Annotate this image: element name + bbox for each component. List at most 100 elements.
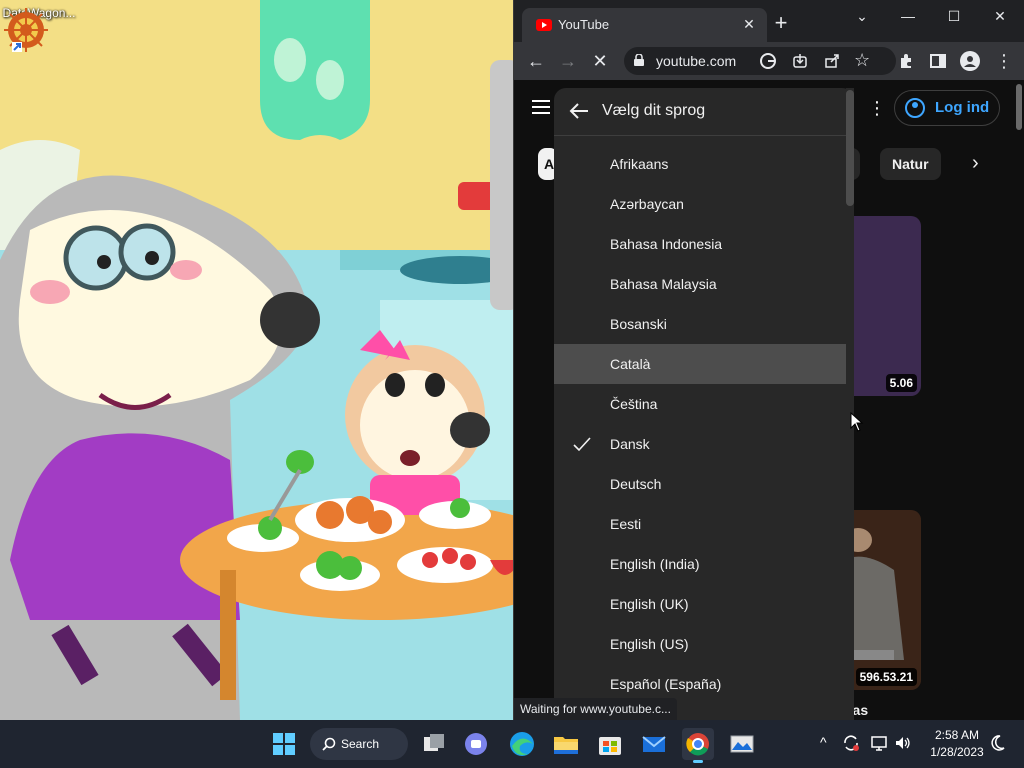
browser-toolbar: ← → ✕ youtube.com ☆ ⋮ — [514, 42, 1024, 80]
language-option[interactable]: Afrikaans — [554, 144, 846, 184]
address-bar[interactable]: youtube.com ☆ — [624, 47, 896, 75]
language-menu: Vælg dit sprog Afrikaans Azərbaycan Bahasa… — [554, 88, 854, 720]
desktop-wallpaper: DataWagon... — [0, 0, 520, 720]
datawagon-icon — [4, 8, 48, 52]
language-option-label: Eesti — [610, 516, 642, 532]
taskbar: Search ^ 2:58 AM 1/28/2023 — [0, 720, 1024, 768]
chrome-icon — [686, 733, 709, 756]
sign-in-button[interactable]: Log ind — [894, 90, 1000, 126]
chip-nature[interactable]: Natur — [880, 148, 941, 180]
language-list: Afrikaans Azərbaycan Bahasa Indonesia Bahas… — [554, 144, 846, 704]
mouse-cursor-icon — [850, 412, 864, 432]
language-option-label: English (US) — [610, 636, 689, 652]
tab-title: YouTube — [558, 17, 610, 32]
lock-icon — [634, 54, 644, 66]
youtube-favicon-icon — [536, 19, 552, 31]
account-circle-icon — [905, 98, 925, 118]
language-option-label: Dansk — [610, 436, 650, 452]
edge-browser-icon[interactable] — [506, 728, 538, 760]
language-option-label: Català — [610, 356, 651, 372]
scrollbar-thumb[interactable] — [846, 90, 854, 206]
task-view-icon[interactable] — [418, 728, 450, 760]
page-scrollbar-thumb[interactable] — [1016, 84, 1022, 130]
tab-close-icon[interactable]: ✕ — [739, 14, 759, 34]
network-icon[interactable] — [870, 734, 888, 752]
search-icon — [322, 737, 336, 751]
forward-arrow-icon[interactable]: → — [556, 49, 580, 73]
active-indicator — [693, 760, 703, 763]
language-menu-header: Vælg dit sprog — [554, 88, 854, 136]
language-option-label: Bahasa Malaysia — [610, 276, 717, 292]
language-option-label: Bosanski — [610, 316, 667, 332]
language-option[interactable]: Bahasa Indonesia — [554, 224, 846, 264]
status-bubble: Waiting for www.youtube.c... — [514, 698, 677, 720]
language-option[interactable]: Bahasa Malaysia — [554, 264, 846, 304]
language-option-label: Afrikaans — [610, 156, 669, 172]
tab-search-chevron-icon[interactable]: ⌄ — [842, 4, 882, 28]
language-option[interactable]: Català — [554, 344, 846, 384]
sign-in-label: Log ind — [935, 99, 990, 116]
cartoon-wallpaper-image — [0, 0, 520, 720]
language-option[interactable]: Čeština — [554, 384, 846, 424]
language-option-label: English (UK) — [610, 596, 689, 612]
language-option[interactable]: Azərbaycan — [554, 184, 846, 224]
language-option[interactable]: English (India) — [554, 544, 846, 584]
taskbar-chrome-button[interactable] — [682, 728, 714, 763]
desktop-shortcut-datawagon[interactable]: DataWagon... — [2, 6, 76, 52]
yt-settings-kebab-icon[interactable]: ⋮ — [868, 98, 886, 119]
language-option-label: Azərbaycan — [610, 196, 684, 212]
file-explorer-icon[interactable] — [550, 728, 582, 760]
maximize-button[interactable]: ☐ — [934, 4, 974, 28]
video-duration: 596.53.21 — [855, 668, 917, 686]
language-option[interactable]: Deutsch — [554, 464, 846, 504]
volume-icon[interactable] — [894, 734, 912, 752]
back-arrow-icon[interactable]: ← — [524, 49, 548, 73]
microsoft-store-icon[interactable] — [594, 728, 626, 760]
language-option[interactable]: Bosanski — [554, 304, 846, 344]
new-tab-button[interactable]: + — [769, 12, 793, 36]
system-clock[interactable]: 2:58 AM 1/28/2023 — [920, 727, 994, 761]
tab-strip: YouTube ✕ + ⌄ — ☐ ✕ — [514, 0, 1024, 42]
minimize-button[interactable]: — — [888, 4, 928, 28]
language-menu-title: Vælg dit sprog — [602, 102, 706, 119]
checkmark-icon — [573, 437, 591, 452]
taskbar-search[interactable]: Search — [310, 728, 408, 760]
chips-next-chevron-icon[interactable]: › — [972, 152, 979, 175]
language-option-label: Deutsch — [610, 476, 662, 492]
url-text: youtube.com — [656, 53, 737, 69]
hamburger-menu-icon[interactable] — [532, 100, 550, 114]
youtube-page: ⋮ Log ind A g Natur › 5.06 596.53.21 oas — [514, 80, 1024, 720]
google-lens-icon[interactable] — [760, 53, 776, 69]
bookmark-star-icon[interactable]: ☆ — [854, 50, 870, 71]
language-option-label: English (India) — [610, 556, 700, 572]
video-thumbnail[interactable]: 596.53.21 — [844, 510, 921, 690]
language-option[interactable]: English (US) — [554, 624, 846, 664]
install-app-icon[interactable] — [792, 53, 808, 69]
extensions-puzzle-icon[interactable] — [898, 53, 914, 69]
notification-moon-icon[interactable] — [990, 734, 1006, 752]
language-option[interactable]: English (UK) — [554, 584, 846, 624]
chrome-menu-kebab-icon[interactable]: ⋮ — [992, 49, 1016, 73]
sync-alert-icon[interactable] — [842, 734, 860, 752]
clock-date: 1/28/2023 — [930, 745, 984, 759]
share-icon[interactable] — [824, 53, 840, 69]
window-close-button[interactable]: ✕ — [980, 4, 1020, 28]
teams-chat-icon[interactable] — [460, 728, 492, 760]
show-hidden-icons-chevron-icon[interactable]: ^ — [820, 734, 827, 750]
language-option[interactable]: Dansk — [554, 424, 846, 464]
chrome-window: YouTube ✕ + ⌄ — ☐ ✕ ← → ✕ youtube.com ☆ … — [513, 0, 1024, 720]
clock-time: 2:58 AM — [934, 728, 980, 742]
profile-avatar-icon[interactable] — [960, 51, 980, 71]
language-menu-scrollbar[interactable] — [846, 88, 854, 720]
language-option[interactable]: Eesti — [554, 504, 846, 544]
language-option-label: Bahasa Indonesia — [610, 236, 723, 252]
windows-start-icon[interactable] — [268, 728, 300, 760]
video-thumbnail-image — [844, 510, 921, 690]
photos-app-icon[interactable] — [726, 728, 758, 760]
side-panel-icon[interactable] — [930, 53, 946, 69]
tab-youtube[interactable]: YouTube ✕ — [522, 8, 767, 42]
search-label: Search — [341, 737, 380, 751]
stop-loading-icon[interactable]: ✕ — [588, 49, 612, 73]
back-arrow-icon[interactable] — [568, 100, 590, 122]
mail-icon[interactable] — [638, 728, 670, 760]
